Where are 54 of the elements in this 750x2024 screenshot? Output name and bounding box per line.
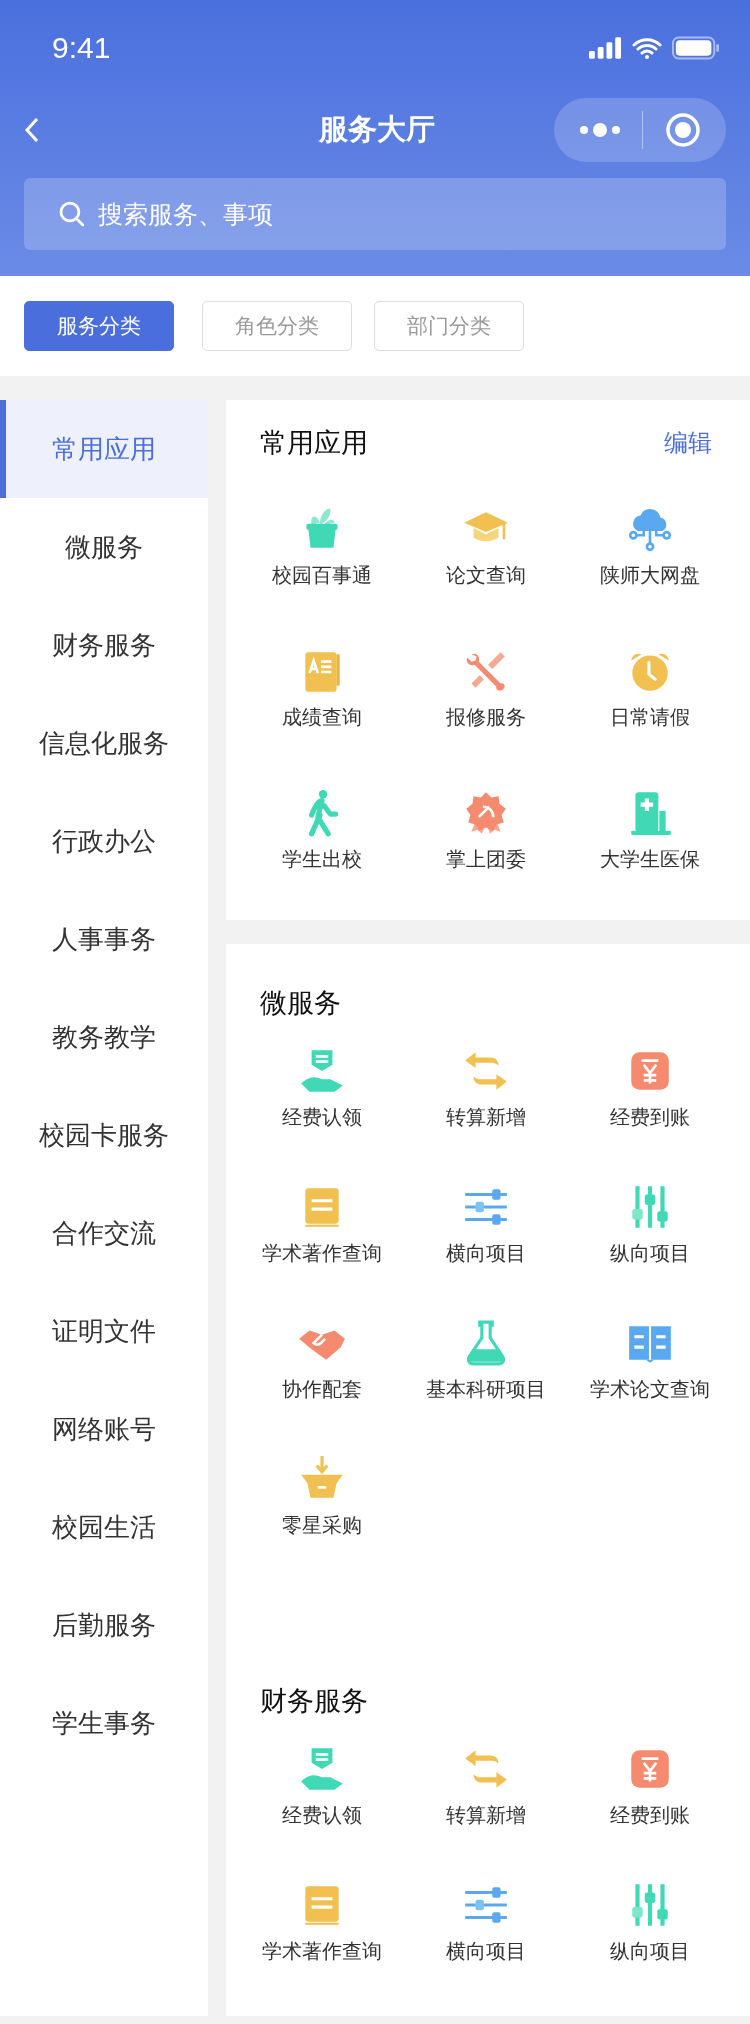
search-icon [58, 200, 86, 228]
app-label[interactable]: 纵向项目 [610, 1938, 690, 1965]
page-title: 服务大厅 [319, 111, 435, 148]
more-icon[interactable] [578, 122, 621, 138]
app-label[interactable]: 学术著作查询 [262, 1240, 382, 1267]
sidebar-item[interactable]: 常用应用 [0, 400, 208, 498]
app-label[interactable]: 校园百事通 [272, 562, 372, 589]
section-title: 微服务 [260, 986, 341, 1020]
sidebar-item[interactable]: 合作交流 [0, 1184, 208, 1282]
back-icon[interactable] [24, 116, 40, 144]
app-label[interactable]: 学术著作查询 [262, 1938, 382, 1965]
sidebar-item[interactable]: 信息化服务 [0, 694, 208, 792]
app-label[interactable]: 协作配套 [282, 1376, 362, 1403]
app-label[interactable]: 转算新增 [446, 1802, 526, 1829]
sidebar-item[interactable]: 网络账号 [0, 1380, 208, 1478]
section-title: 财务服务 [260, 1684, 368, 1718]
app-label[interactable]: 零星采购 [282, 1512, 362, 1539]
app-label[interactable]: 陕师大网盘 [600, 562, 700, 589]
app-label[interactable]: 日常请假 [610, 704, 690, 731]
app-label[interactable]: 经费到账 [610, 1104, 690, 1131]
app-label[interactable]: 经费认领 [282, 1104, 362, 1131]
app-label[interactable]: 大学生医保 [600, 846, 700, 873]
sidebar-item[interactable]: 人事事务 [0, 890, 208, 988]
app-label[interactable]: 掌上团委 [446, 846, 526, 873]
app-label[interactable]: 转算新增 [446, 1104, 526, 1131]
sidebar-item[interactable]: 行政办公 [0, 792, 208, 890]
section-title: 常用应用 [260, 426, 368, 460]
app-label[interactable]: 报修服务 [446, 704, 526, 731]
app-label[interactable]: 基本科研项目 [426, 1376, 546, 1403]
search-field[interactable]: 搜索服务、事项 [24, 178, 726, 250]
app-label[interactable]: 学生出校 [282, 846, 362, 873]
edit-link[interactable]: 编辑 [664, 427, 712, 459]
app-label[interactable]: 学术论文查询 [590, 1376, 710, 1403]
app-label[interactable]: 论文查询 [446, 562, 526, 589]
app-label[interactable]: 纵向项目 [610, 1240, 690, 1267]
sidebar-item[interactable]: 校园生活 [0, 1478, 208, 1576]
signal-icon [589, 37, 622, 59]
battery-icon [672, 36, 720, 60]
search-input[interactable]: 搜索服务、事项 [95, 184, 692, 244]
sidebar-item[interactable]: 学生事务 [0, 1674, 208, 1772]
status-time: 9:41 [52, 31, 111, 65]
app-label[interactable]: 经费到账 [610, 1802, 690, 1829]
sidebar-item[interactable]: 后勤服务 [0, 1576, 208, 1674]
sidebar-item[interactable]: 教务教学 [0, 988, 208, 1086]
sidebar-item[interactable]: 微服务 [0, 498, 208, 596]
category-tab[interactable]: 服务分类 [24, 301, 174, 351]
sidebar-item[interactable]: 财务服务 [0, 596, 208, 694]
app-label[interactable]: 成绩查询 [282, 704, 362, 731]
app-label[interactable]: 经费认领 [282, 1802, 362, 1829]
wifi-icon [632, 37, 662, 59]
app-label[interactable]: 横向项目 [446, 1240, 526, 1267]
sidebar-item[interactable]: 校园卡服务 [0, 1086, 208, 1184]
app-label[interactable]: 横向项目 [446, 1938, 526, 1965]
sidebar-item[interactable]: 证明文件 [0, 1282, 208, 1380]
